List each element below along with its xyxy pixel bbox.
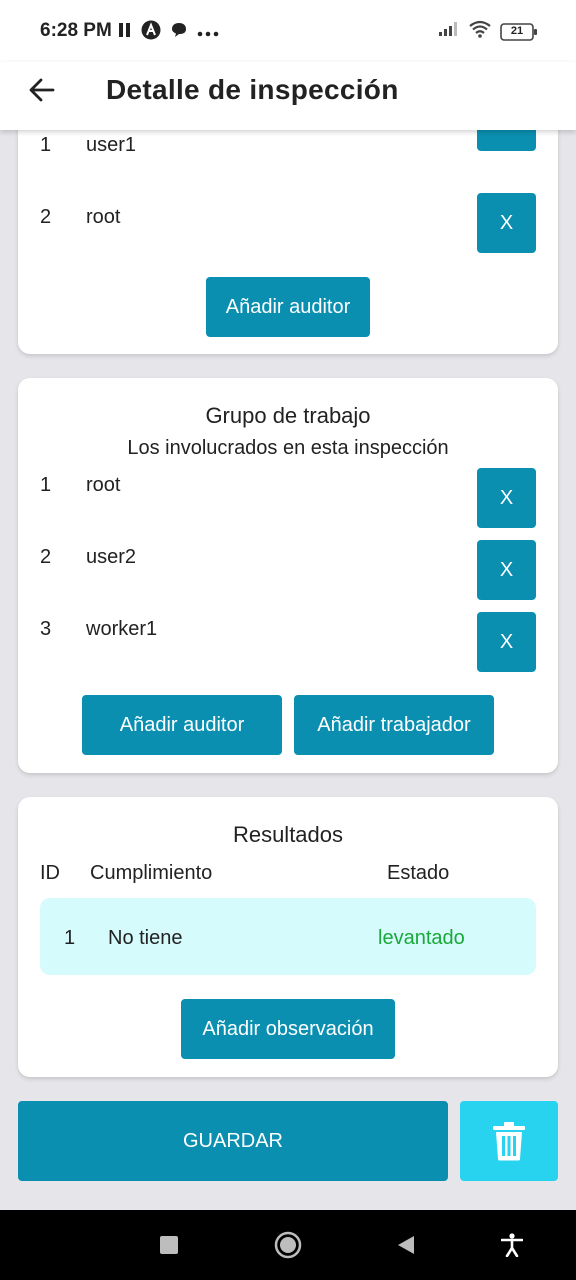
add-auditor-button[interactable]: Añadir auditor: [82, 695, 282, 755]
save-button[interactable]: GUARDAR: [18, 1101, 448, 1181]
back-nav-button[interactable]: [388, 1227, 424, 1263]
battery-level: 21: [510, 24, 524, 37]
page-title: Detalle de inspección: [106, 74, 399, 105]
add-worker-button[interactable]: Añadir trabajador: [294, 695, 494, 755]
accessibility-icon: [501, 1233, 523, 1257]
remove-member-button[interactable]: X: [477, 612, 536, 672]
column-header-compliance: Cumplimiento: [90, 862, 213, 884]
row-index: 1: [40, 474, 52, 496]
result-compliance: No tiene: [108, 927, 183, 949]
row-index: 1: [40, 134, 52, 156]
recents-button[interactable]: [151, 1227, 187, 1263]
row-index: 2: [40, 206, 52, 228]
chat-bubble-icon: [170, 21, 188, 44]
add-observation-button[interactable]: Añadir observación: [181, 999, 395, 1059]
recents-square-icon: [160, 1236, 178, 1254]
row-name: worker1: [86, 618, 158, 640]
results-card: Resultados ID Cumplimiento Estado 1 No t…: [18, 797, 558, 1077]
row-name: user2: [86, 546, 137, 568]
work-group-subtitle: Los involucrados en esta inspección: [127, 437, 449, 459]
status-time: 6:28 PM: [40, 20, 112, 41]
accessibility-button[interactable]: [494, 1227, 530, 1263]
app-a-icon: [141, 20, 161, 45]
row-index: 3: [40, 618, 52, 640]
more-dots-icon: [197, 24, 219, 42]
navigation-bar: [0, 1210, 576, 1280]
status-bar: 6:28 PM 21: [0, 0, 576, 62]
column-header-status: Estado: [387, 862, 450, 884]
result-id: 1: [64, 927, 76, 949]
remove-member-button[interactable]: X: [477, 540, 536, 600]
back-button[interactable]: [24, 72, 60, 108]
trash-icon: [493, 1122, 525, 1161]
auditors-card: 1 user1 X 2 root X Añadir auditor: [18, 130, 558, 354]
pause-icon: [118, 22, 132, 43]
app-bar: Detalle de inspección: [0, 62, 576, 130]
add-auditor-button[interactable]: Añadir auditor: [206, 277, 370, 337]
remove-member-button[interactable]: X: [477, 468, 536, 528]
content-scroll[interactable]: 1 user1 X 2 root X Añadir auditor Grupo …: [0, 130, 576, 1210]
row-name: root: [86, 474, 121, 496]
results-title: Resultados: [232, 822, 344, 847]
result-row[interactable]: 1 No tiene levantado: [40, 898, 536, 975]
result-status: levantado: [378, 927, 465, 949]
remove-auditor-button[interactable]: X: [477, 130, 536, 151]
row-name: root: [86, 206, 121, 228]
signal-icon: [438, 21, 460, 42]
back-triangle-icon: [398, 1236, 414, 1254]
work-group-card: Grupo de trabajo Los involucrados en est…: [18, 378, 558, 773]
arrow-left-icon: [29, 78, 55, 102]
notification-icons: [118, 20, 219, 45]
battery-icon: 21: [500, 22, 538, 41]
row-index: 2: [40, 546, 52, 568]
home-circle-icon: [274, 1231, 302, 1259]
row-name: user1: [86, 134, 137, 156]
delete-button[interactable]: [460, 1101, 558, 1181]
wifi-icon: [468, 20, 492, 43]
home-button[interactable]: [270, 1227, 306, 1263]
system-icons: 21: [438, 20, 538, 43]
remove-auditor-button[interactable]: X: [477, 193, 536, 253]
work-group-title: Grupo de trabajo: [205, 403, 371, 428]
column-header-id: ID: [40, 862, 60, 884]
